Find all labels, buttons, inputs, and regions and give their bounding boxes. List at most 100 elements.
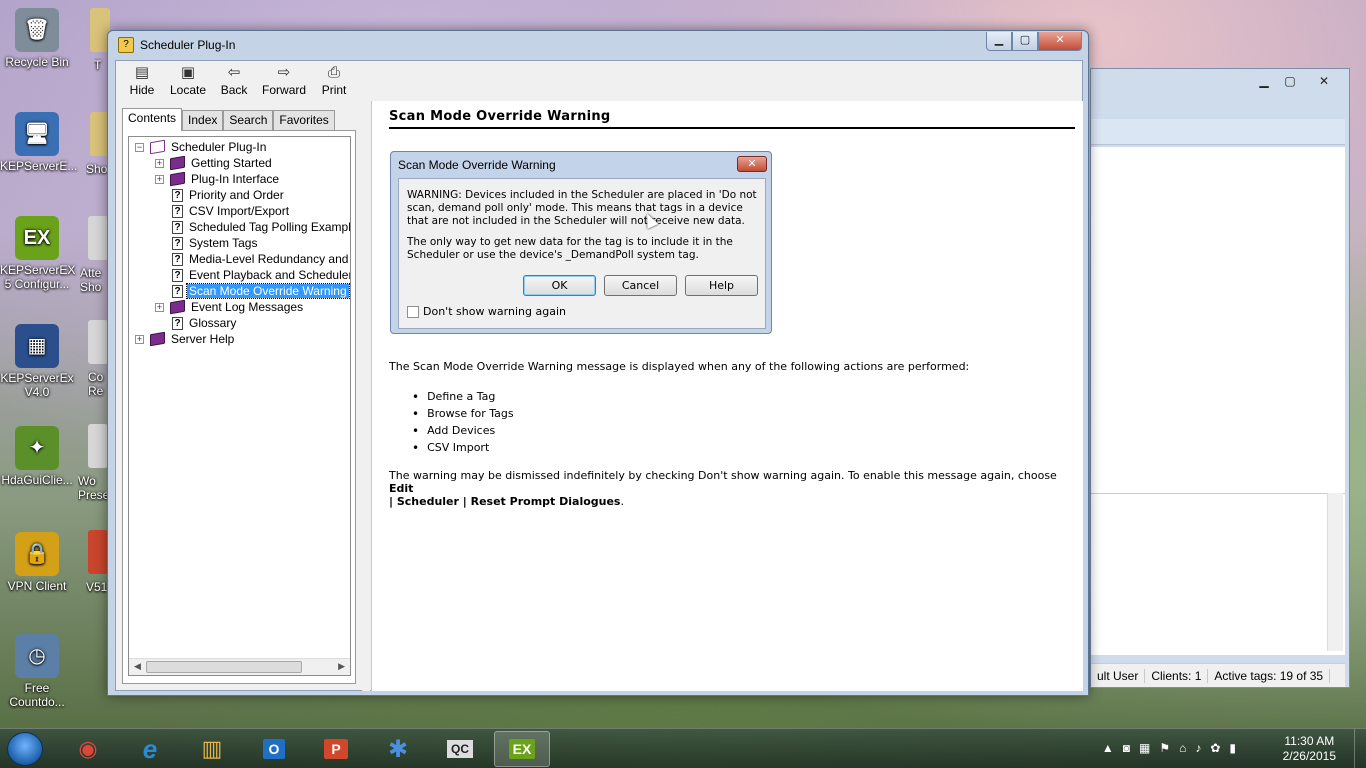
help-window[interactable]: ? Scheduler Plug-In ▁ ▢ ✕ ▤ Hide ▣ Locat… (107, 30, 1089, 696)
tree-item-event-log-messages[interactable]: + Event Log Messages (155, 299, 305, 315)
start-button[interactable] (7, 732, 43, 766)
server-icon: ▦ (15, 324, 59, 368)
background-window[interactable]: ▁ ▢ ✕ ult User Clients: 1 Active tags: 1… (1090, 68, 1350, 688)
partial-desktop-label: Wo Prese (78, 474, 108, 502)
kepserver-desktop-icon[interactable]: 🖥 KEPServerE... (0, 112, 77, 173)
signal-icon[interactable]: ▮ (1229, 741, 1236, 755)
taskbar-chrome[interactable]: ◉ (60, 731, 116, 767)
footer-text: The warning may be dismissed indefinitel… (389, 469, 1057, 482)
window-title: Scheduler Plug-In (140, 38, 236, 52)
print-button[interactable]: ⎙ Print (316, 64, 352, 97)
tab-search[interactable]: Search (223, 110, 274, 130)
tree-item-scheduled-tag-polling-examples[interactable]: ? Scheduled Tag Polling Examples (172, 219, 350, 235)
usb-icon[interactable]: ⌂ (1179, 741, 1186, 755)
hdaguiclient-desktop-icon[interactable]: ✦ HdaGuiClie... (0, 426, 74, 487)
maximize-button[interactable]: ▢ (1012, 32, 1038, 51)
tree-item-media-level-redundancy[interactable]: ? Media-Level Redundancy and Sc (172, 251, 350, 267)
show-hidden-icons-icon[interactable]: ▲ (1102, 741, 1114, 755)
tree-item-event-playback-and-scheduler[interactable]: ? Event Playback and Scheduler (172, 267, 351, 283)
taskbar-file-explorer[interactable]: ▥ (184, 731, 240, 767)
expand-icon[interactable]: + (155, 174, 164, 184)
tree-item-csv-import-export[interactable]: ? CSV Import/Export (172, 203, 291, 219)
tree-item-label: Event Log Messages (191, 300, 304, 314)
pane-splitter[interactable] (362, 101, 370, 691)
tree-item-server-help[interactable]: + Server Help (135, 331, 236, 347)
list-item: CSV Import (412, 439, 514, 456)
taskbar-snowflake-app[interactable]: ✱ (370, 731, 426, 767)
network-tray-icon[interactable]: ▦ (1139, 741, 1150, 755)
tree-item-scan-mode-override-warning[interactable]: ? Scan Mode Override Warning (172, 283, 350, 299)
tree-item-system-tags[interactable]: ? System Tags (172, 235, 259, 251)
taskbar-powerpoint[interactable]: P (308, 731, 364, 767)
background-maximize-button[interactable]: ▢ (1277, 73, 1303, 91)
taskbar-internet-explorer[interactable]: e (122, 731, 178, 767)
volume-icon[interactable]: ♪ (1195, 741, 1201, 755)
contents-tree[interactable]: − Scheduler Plug-In + Getting Started + … (128, 136, 351, 676)
show-desktop-button[interactable] (1354, 729, 1366, 768)
locate-button[interactable]: ▣ Locate (170, 64, 206, 97)
taskbar-kepserverex[interactable]: EX (494, 731, 550, 767)
scroll-left-icon[interactable]: ◀ (134, 661, 141, 672)
dialog-cancel-button: Cancel (604, 275, 677, 296)
scrollbar-thumb[interactable] (146, 661, 302, 673)
help-page-icon: ? (172, 284, 183, 298)
tree-item-label: CSV Import/Export (189, 204, 290, 218)
hide-button[interactable]: ▤ Hide (124, 64, 160, 97)
kepserver-tray-icon[interactable]: ◙ (1123, 741, 1130, 755)
desktop-icon-label: HdaGuiClie... (1, 473, 73, 487)
tab-index[interactable]: Index (182, 110, 224, 130)
background-minimize-button[interactable]: ▁ (1251, 73, 1277, 91)
help-window-titlebar[interactable]: ? Scheduler Plug-In (108, 31, 1088, 59)
partial-desktop-icon[interactable] (88, 320, 108, 364)
checkbox-label: Don't show warning again (423, 305, 566, 318)
book-icon (170, 171, 185, 187)
free-countdown-desktop-icon[interactable]: ◷ Free Countdo... (0, 634, 74, 709)
tree-item-label: Plug-In Interface (191, 172, 280, 186)
list-item: Browse for Tags (412, 405, 514, 422)
expand-icon[interactable]: + (155, 302, 164, 312)
tree-item-priority-and-order[interactable]: ? Priority and Order (172, 187, 286, 203)
background-vertical-scrollbar[interactable] (1327, 493, 1343, 651)
partial-desktop-icon[interactable] (88, 216, 108, 260)
folder-icon: ▥ (201, 736, 223, 761)
lock-icon: 🔒 (15, 532, 59, 576)
taskbar-qc-app[interactable]: QC (432, 731, 488, 767)
close-button[interactable]: ✕ (1038, 32, 1082, 51)
help-page-icon: ? (172, 188, 183, 202)
expand-icon[interactable]: + (135, 334, 144, 344)
recycle-bin-desktop-icon[interactable]: 🗑 Recycle Bin (0, 8, 74, 69)
tree-item-plug-in-interface[interactable]: + Plug-In Interface (155, 171, 281, 187)
dialog-ok-button: OK (523, 275, 596, 296)
partial-desktop-icon[interactable] (88, 424, 108, 468)
warning-dialog-screenshot: Scan Mode Override Warning ✕ WARNING: De… (390, 151, 772, 334)
back-arrow-icon: ⇦ (227, 64, 241, 81)
forward-button[interactable]: ⇨ Forward (262, 64, 306, 97)
vpn-tray-icon[interactable]: ✿ (1210, 741, 1220, 755)
background-close-button[interactable]: ✕ (1311, 73, 1337, 91)
collapse-icon[interactable]: − (135, 142, 144, 152)
tab-favorites[interactable]: Favorites (273, 110, 335, 130)
tab-contents[interactable]: Contents (122, 108, 183, 131)
expand-icon[interactable]: + (155, 158, 164, 168)
clock[interactable]: 11:30 AM 2/26/2015 (1283, 734, 1336, 764)
partial-desktop-icon[interactable] (88, 530, 108, 574)
help-page-icon: ? (172, 236, 183, 250)
tree-item-getting-started[interactable]: + Getting Started (155, 155, 274, 171)
action-center-icon[interactable]: ⚑ (1159, 741, 1170, 755)
minimize-button[interactable]: ▁ (986, 32, 1012, 51)
kepserverex5-config-desktop-icon[interactable]: EX KEPServerEX 5 Configur... (0, 216, 75, 291)
back-button[interactable]: ⇦ Back (216, 64, 252, 97)
dialog-close-icon: ✕ (737, 156, 767, 172)
kepserverex-v4-desktop-icon[interactable]: ▦ KEPServerEx V4.0 (0, 324, 74, 399)
open-book-icon (150, 139, 165, 155)
tree-item-label: Event Playback and Scheduler (189, 268, 351, 282)
help-page-icon: ? (172, 268, 183, 282)
tree-item-glossary[interactable]: ? Glossary (172, 315, 238, 331)
vpn-client-desktop-icon[interactable]: 🔒 VPN Client (0, 532, 74, 593)
dialog-info-text: The only way to get new data for the tag… (407, 236, 733, 261)
help-toolbar: ▤ Hide ▣ Locate ⇦ Back ⇨ Forward ⎙ Print (116, 61, 1082, 101)
taskbar-outlook[interactable]: O (246, 731, 302, 767)
scroll-right-icon[interactable]: ▶ (338, 661, 345, 672)
tree-item-scheduler-plug-in[interactable]: − Scheduler Plug-In (135, 139, 268, 155)
tree-horizontal-scrollbar[interactable]: ◀ ▶ (129, 658, 350, 675)
